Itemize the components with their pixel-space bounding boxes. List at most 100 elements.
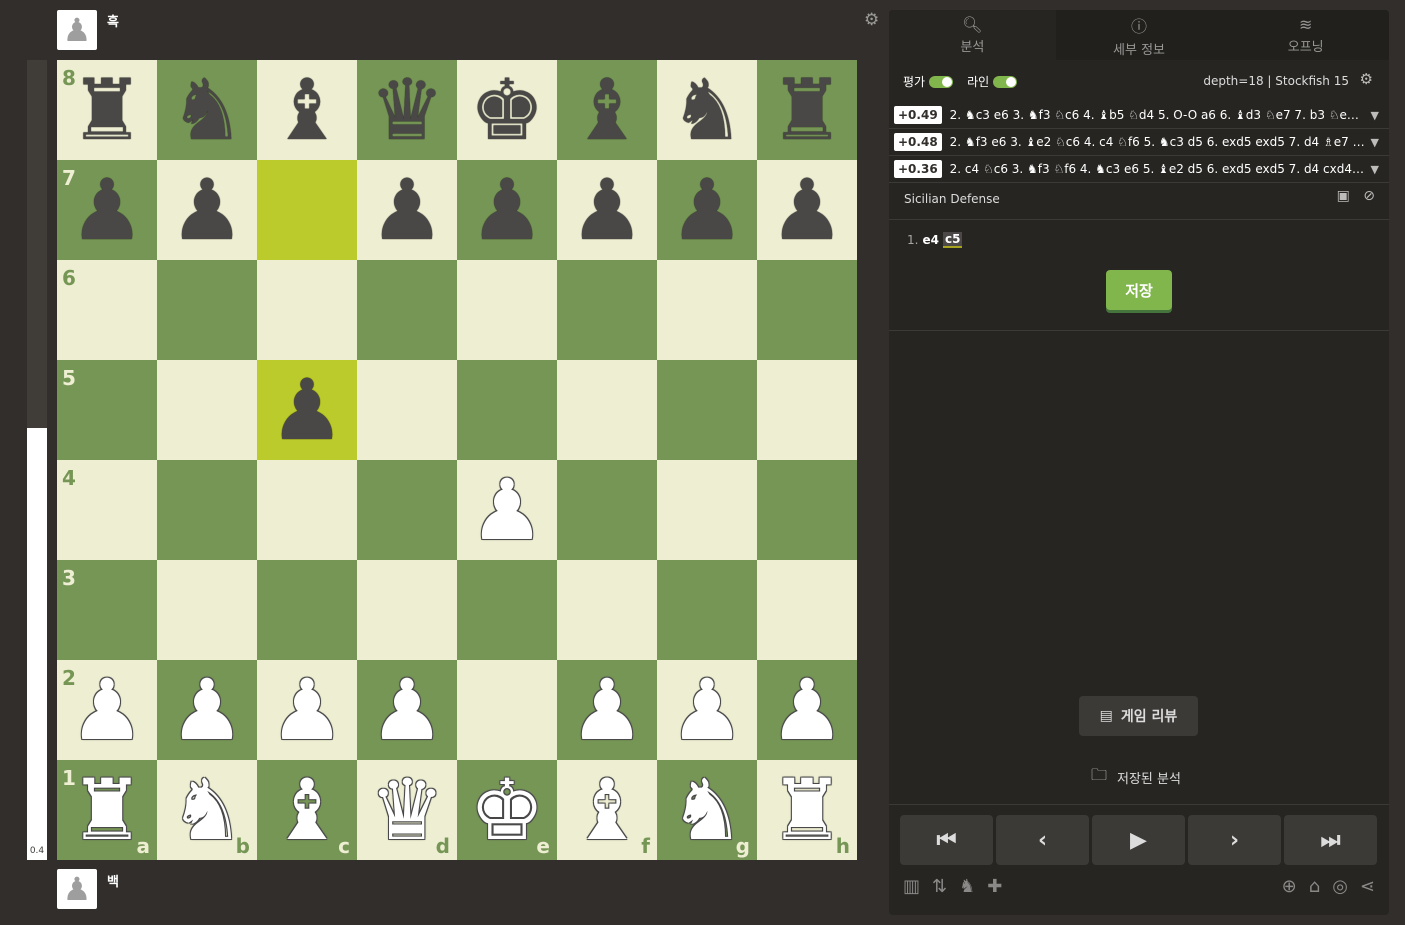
white-piece-icon[interactable]: ♚ — [457, 760, 557, 860]
square-a7[interactable]: 7 ♟ — [57, 160, 157, 260]
black-piece-icon[interactable]: ♛ — [357, 60, 457, 160]
black-piece-icon[interactable]: ♟ — [557, 160, 657, 260]
library-icon[interactable]: ⌂ — [1309, 876, 1320, 897]
square-a2[interactable]: 2 ♟ — [57, 660, 157, 760]
square-e2[interactable] — [457, 660, 557, 760]
move-black-current[interactable]: c5 — [942, 232, 963, 248]
tab-analysis[interactable]: 🔍︎ 분석 — [889, 10, 1056, 60]
bottom-player-avatar[interactable]: ♟ — [57, 869, 97, 909]
square-b2[interactable]: ♟ — [157, 660, 257, 760]
square-h8[interactable]: ♜ — [757, 60, 857, 160]
chess-board[interactable]: 8 ♜ ♞ ♝ ♛ ♚ ♝ ♞ ♜ 7 ♟ ♟ ♟ ♟ ♟ ♟ ♟ 6 5 ♟ 4 ♟ 3 2 ♟ ♟ ♟ ♟ ♟ ♟ ♟ 1 a ♜ b ♞ c ♝ d ♛… — [57, 60, 857, 860]
square-c7[interactable] — [257, 160, 357, 260]
flip-board-icon[interactable]: ⇅ — [932, 876, 947, 897]
share-icon[interactable]: ⋖ — [1360, 876, 1375, 897]
square-a4[interactable]: 4 — [57, 460, 157, 560]
square-f6[interactable] — [557, 260, 657, 360]
square-e5[interactable] — [457, 360, 557, 460]
square-h7[interactable]: ♟ — [757, 160, 857, 260]
previous-move-button[interactable]: ‹ — [996, 815, 1089, 865]
black-piece-icon[interactable]: ♟ — [257, 360, 357, 460]
expand-caret-icon[interactable]: ▼ — [1371, 163, 1379, 176]
white-piece-icon[interactable]: ♟ — [557, 660, 657, 760]
square-g2[interactable]: ♟ — [657, 660, 757, 760]
square-b3[interactable] — [157, 560, 257, 660]
square-e7[interactable]: ♟ — [457, 160, 557, 260]
square-c4[interactable] — [257, 460, 357, 560]
square-g1[interactable]: g ♞ — [657, 760, 757, 860]
square-b8[interactable]: ♞ — [157, 60, 257, 160]
save-button[interactable]: 저장 — [1106, 270, 1172, 310]
square-c3[interactable] — [257, 560, 357, 660]
square-g5[interactable] — [657, 360, 757, 460]
square-d3[interactable] — [357, 560, 457, 660]
expand-caret-icon[interactable]: ▼ — [1371, 136, 1379, 149]
square-b7[interactable]: ♟ — [157, 160, 257, 260]
square-f2[interactable]: ♟ — [557, 660, 657, 760]
tab-details[interactable]: ⓘ 세부 정보 — [1056, 10, 1223, 60]
square-d8[interactable]: ♛ — [357, 60, 457, 160]
square-h2[interactable]: ♟ — [757, 660, 857, 760]
white-piece-icon[interactable]: ♜ — [57, 760, 157, 860]
square-h6[interactable] — [757, 260, 857, 360]
square-h5[interactable] — [757, 360, 857, 460]
square-g6[interactable] — [657, 260, 757, 360]
book-icon[interactable]: ▣ — [1337, 188, 1350, 204]
game-review-button[interactable]: ▤ 게임 리뷰 — [1079, 696, 1198, 736]
square-g4[interactable] — [657, 460, 757, 560]
square-g8[interactable]: ♞ — [657, 60, 757, 160]
square-e6[interactable] — [457, 260, 557, 360]
engine-line-moves[interactable]: 2. c4 ♘c6 3. ♞f3 ♘f6 4. ♞c3 e6 5. ♝e2 d5… — [950, 162, 1365, 176]
saved-analysis-link[interactable]: 🗀 저장된 분석 — [1091, 764, 1181, 791]
engine-line[interactable]: +0.48 2. ♞f3 e6 3. ♝e2 ♘c6 4. c4 ♘f6 5. … — [889, 129, 1389, 156]
square-f3[interactable] — [557, 560, 657, 660]
black-piece-icon[interactable]: ♟ — [157, 160, 257, 260]
black-piece-icon[interactable]: ♟ — [757, 160, 857, 260]
square-d1[interactable]: d ♛ — [357, 760, 457, 860]
square-f7[interactable]: ♟ — [557, 160, 657, 260]
black-piece-icon[interactable]: ♟ — [357, 160, 457, 260]
eval-toggle-switch[interactable] — [929, 75, 954, 88]
move-white[interactable]: e4 — [922, 233, 939, 247]
white-piece-icon[interactable]: ♟ — [257, 660, 357, 760]
square-d2[interactable]: ♟ — [357, 660, 457, 760]
board-settings-gear-icon[interactable]: ⚙ — [864, 10, 879, 30]
black-piece-icon[interactable]: ♞ — [657, 60, 757, 160]
zoom-in-icon[interactable]: ⊕ — [1282, 876, 1297, 897]
engine-settings-gear-icon[interactable]: ⚙ — [1360, 70, 1373, 88]
engine-line[interactable]: +0.49 2. ♞c3 e6 3. ♞f3 ♘c6 4. ♝b5 ♘d4 5.… — [889, 102, 1389, 129]
square-f4[interactable] — [557, 460, 657, 560]
square-f8[interactable]: ♝ — [557, 60, 657, 160]
white-piece-icon[interactable]: ♛ — [357, 760, 457, 860]
black-piece-icon[interactable]: ♝ — [557, 60, 657, 160]
square-b6[interactable] — [157, 260, 257, 360]
square-g3[interactable] — [657, 560, 757, 660]
black-piece-icon[interactable]: ♜ — [57, 60, 157, 160]
plus-icon[interactable]: ✚ — [987, 876, 1002, 897]
square-b4[interactable] — [157, 460, 257, 560]
engine-line[interactable]: +0.36 2. c4 ♘c6 3. ♞f3 ♘f6 4. ♞c3 e6 5. … — [889, 156, 1389, 183]
black-piece-icon[interactable]: ♟ — [57, 160, 157, 260]
white-piece-icon[interactable]: ♟ — [757, 660, 857, 760]
square-f5[interactable] — [557, 360, 657, 460]
square-h3[interactable] — [757, 560, 857, 660]
white-piece-icon[interactable]: ♝ — [257, 760, 357, 860]
square-d5[interactable] — [357, 360, 457, 460]
bar-chart-icon[interactable]: ▥ — [903, 876, 920, 897]
black-piece-icon[interactable]: ♟ — [457, 160, 557, 260]
square-e3[interactable] — [457, 560, 557, 660]
white-piece-icon[interactable]: ♞ — [657, 760, 757, 860]
white-piece-icon[interactable]: ♟ — [157, 660, 257, 760]
lines-toggle-switch[interactable] — [993, 75, 1018, 88]
square-d7[interactable]: ♟ — [357, 160, 457, 260]
white-piece-icon[interactable]: ♟ — [357, 660, 457, 760]
square-a8[interactable]: 8 ♜ — [57, 60, 157, 160]
play-button[interactable]: ▶ — [1092, 815, 1185, 865]
target-icon[interactable]: ◎ — [1332, 876, 1348, 897]
black-piece-icon[interactable]: ♟ — [657, 160, 757, 260]
square-c6[interactable] — [257, 260, 357, 360]
white-piece-icon[interactable]: ♟ — [57, 660, 157, 760]
expand-caret-icon[interactable]: ▼ — [1371, 109, 1379, 122]
square-a3[interactable]: 3 — [57, 560, 157, 660]
engine-line-moves[interactable]: 2. ♞c3 e6 3. ♞f3 ♘c6 4. ♝b5 ♘d4 5. O-O a… — [950, 108, 1365, 122]
